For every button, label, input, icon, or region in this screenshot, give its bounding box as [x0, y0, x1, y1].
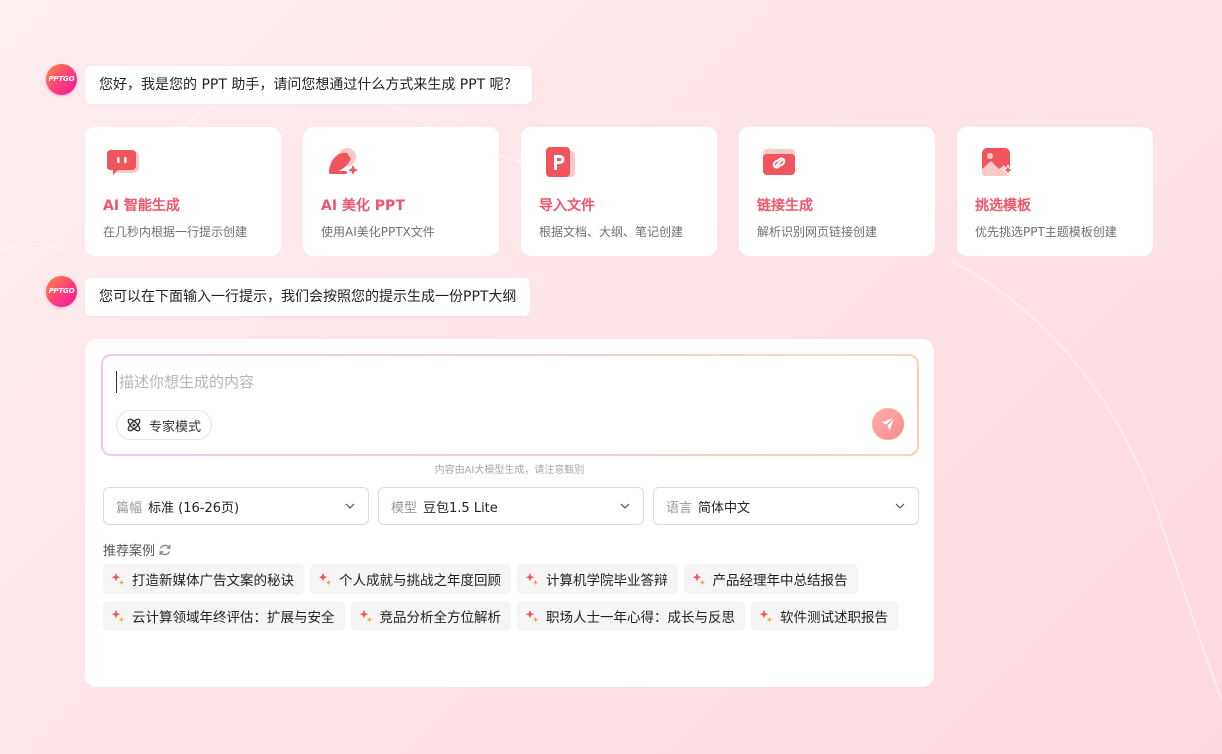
- select-label: 语言: [666, 500, 693, 516]
- recommendation-label: 软件测试述职报告: [780, 610, 888, 626]
- length-select[interactable]: 篇幅 标准 (16-26页): [103, 487, 369, 525]
- card-title: 链接生成: [757, 198, 813, 214]
- option-card-link[interactable]: 链接生成 解析识别网页链接创建: [739, 127, 935, 256]
- recommend-title: 推荐案例: [103, 544, 156, 559]
- sparkle-icon: [111, 573, 125, 586]
- chevron-down-icon: [620, 503, 630, 509]
- send-icon: [881, 417, 895, 431]
- chevron-down-icon: [895, 503, 905, 509]
- image-sparkle-icon: [979, 145, 1015, 181]
- recommendation-chip[interactable]: 职场人士一年心得：成长与反思: [517, 601, 745, 631]
- select-value: 简体中文: [698, 500, 751, 516]
- generation-options: AI 智能生成 在几秒内根据一行提示创建 AI 美化 PPT 使用AI美化PPT…: [85, 127, 1153, 256]
- assistant-avatar: PPTGO: [46, 63, 77, 95]
- recommendation-chip[interactable]: 云计算领域年终评估：扩展与安全: [103, 601, 345, 631]
- generation-panel: 专家模式 内容由AI大模型生成，请注意甄别 篇幅 标准 (16-26页) 模型 …: [85, 339, 934, 687]
- card-title: 导入文件: [539, 198, 595, 214]
- model-select[interactable]: 模型 豆包1.5 Lite: [378, 487, 644, 525]
- sparkle-icon: [525, 573, 539, 586]
- settings-row: 篇幅 标准 (16-26页) 模型 豆包1.5 Lite 语言 简体中文: [103, 487, 919, 525]
- option-card-ai-generate[interactable]: AI 智能生成 在几秒内根据一行提示创建: [85, 127, 281, 256]
- recommendation-label: 计算机学院毕业答辩: [546, 573, 668, 589]
- card-title: AI 智能生成: [103, 198, 180, 214]
- option-card-template[interactable]: 挑选模板 优先挑选PPT主题模板创建: [957, 127, 1153, 256]
- sparkle-icon: [759, 610, 773, 623]
- card-description: 使用AI美化PPTX文件: [321, 225, 435, 239]
- recommendation-chip[interactable]: 竞品分析全方位解析: [350, 601, 511, 631]
- card-description: 在几秒内根据一行提示创建: [103, 225, 248, 239]
- chevron-down-icon: [345, 503, 355, 509]
- prompt-box: 专家模式: [101, 354, 919, 456]
- select-label: 模型: [391, 500, 418, 516]
- sparkle-icon: [692, 573, 705, 586]
- recommendation-chip[interactable]: 软件测试述职报告: [751, 601, 898, 631]
- sparkle-icon: [525, 610, 539, 623]
- card-title: 挑选模板: [975, 198, 1031, 214]
- chat-bubble-icon: [106, 145, 143, 181]
- recommendation-label: 云计算领域年终评估：扩展与安全: [132, 610, 335, 626]
- recommendation-label: 竞品分析全方位解析: [379, 610, 502, 626]
- recommendation-label: 个人成就与挑战之年度回顾: [339, 573, 501, 589]
- recommendation-chip[interactable]: 产品经理年中总结报告: [683, 564, 858, 594]
- recommendation-label: 产品经理年中总结报告: [712, 573, 848, 589]
- atom-icon: [127, 418, 141, 432]
- prompt-input[interactable]: [116, 371, 856, 393]
- assistant-avatar: PPTGO: [46, 275, 77, 307]
- option-card-ai-beautify[interactable]: AI 美化 PPT 使用AI美化PPTX文件: [303, 127, 499, 256]
- sparkle-icon: [359, 610, 372, 623]
- refresh-icon[interactable]: [158, 543, 172, 557]
- expert-mode-button[interactable]: 专家模式: [116, 410, 213, 440]
- brush-sparkle-icon: [325, 145, 361, 181]
- recommendation-chip[interactable]: 个人成就与挑战之年度回顾: [310, 564, 511, 594]
- assistant-message-prompt-hint: PPTGO 您可以在下面输入一行提示，我们会按照您的提示生成一份PPT大纲: [46, 275, 531, 316]
- recommendation-chip[interactable]: 打造新媒体广告文案的秘诀: [103, 564, 304, 594]
- send-button[interactable]: [872, 408, 904, 440]
- select-value: 标准 (16-26页): [148, 500, 240, 516]
- assistant-message-greeting: PPTGO 您好，我是您的 PPT 助手，请问您想通过什么方式来生成 PPT 呢…: [46, 63, 532, 104]
- message-bubble: 您好，我是您的 PPT 助手，请问您想通过什么方式来生成 PPT 呢？: [85, 66, 532, 104]
- card-title: AI 美化 PPT: [321, 198, 405, 214]
- card-description: 优先挑选PPT主题模板创建: [975, 225, 1117, 239]
- sparkle-icon: [318, 573, 332, 586]
- recommend-header: 推荐案例: [103, 540, 172, 559]
- link-icon: [761, 145, 797, 181]
- ppt-file-icon: [543, 145, 579, 181]
- recommendation-label: 打造新媒体广告文案的秘诀: [132, 573, 294, 589]
- recommendation-label: 职场人士一年心得：成长与反思: [546, 610, 735, 626]
- option-card-import-file[interactable]: 导入文件 根据文档、大纲、笔记创建: [521, 127, 717, 256]
- language-select[interactable]: 语言 简体中文: [653, 487, 919, 525]
- card-description: 解析识别网页链接创建: [757, 225, 878, 239]
- sparkle-icon: [111, 610, 125, 623]
- card-description: 根据文档、大纲、笔记创建: [539, 225, 684, 239]
- ai-disclaimer: 内容由AI大模型生成，请注意甄别: [434, 465, 585, 476]
- recommendation-list: 打造新媒体广告文案的秘诀 个人成就与挑战之年度回顾 计算机学院毕业答辩 产品经理…: [103, 564, 923, 631]
- select-label: 篇幅: [116, 500, 143, 516]
- recommendation-chip[interactable]: 计算机学院毕业答辩: [517, 564, 678, 594]
- select-value: 豆包1.5 Lite: [423, 500, 498, 516]
- message-bubble: 您可以在下面输入一行提示，我们会按照您的提示生成一份PPT大纲: [85, 278, 531, 316]
- expert-mode-label: 专家模式: [149, 419, 202, 435]
